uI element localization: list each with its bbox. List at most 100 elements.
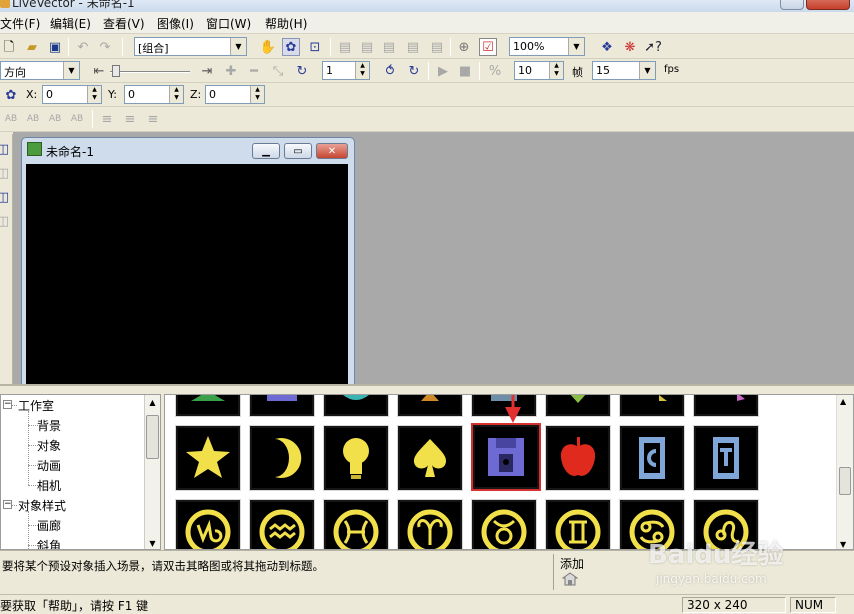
scroll-thumb[interactable]	[146, 415, 159, 459]
text-leading-icon[interactable]: AB	[46, 110, 64, 128]
view-tool-icon-1[interactable]: ◫	[0, 140, 12, 158]
undo-icon[interactable]: ↶	[74, 38, 92, 56]
menu-image[interactable]: 图像(I)	[157, 15, 194, 32]
render-icon[interactable]: ❖	[598, 38, 616, 56]
tree-item-gallery[interactable]: 画廊	[37, 517, 61, 534]
scene-canvas[interactable]	[26, 164, 348, 386]
tree-item-camera[interactable]: 相机	[37, 477, 61, 494]
printer-icon-3[interactable]: ▤	[380, 38, 398, 56]
aries-icon[interactable]	[397, 499, 463, 549]
loop-icon[interactable]: ↻	[293, 62, 311, 80]
redo-icon[interactable]: ↷	[96, 38, 114, 56]
gallery-tile[interactable]	[619, 395, 685, 417]
rotate-tool-icon[interactable]: ✿	[282, 38, 300, 56]
tree-object-style[interactable]: 对象样式	[18, 497, 66, 514]
frame-input[interactable]: 10 ▲ ▼	[514, 61, 564, 80]
chevron-down-icon[interactable]: ▼	[63, 62, 79, 79]
move-tool-icon[interactable]: ✿	[2, 86, 20, 104]
spin-arrows-icon[interactable]: ▲ ▼	[87, 86, 101, 103]
printer-icon-1[interactable]: ▤	[336, 38, 354, 56]
hand-tool-icon[interactable]: ✋	[259, 38, 277, 56]
scroll-down-icon[interactable]: ▼	[145, 536, 160, 549]
expand-icon[interactable]: ⤡	[269, 62, 287, 80]
add-button[interactable]: 添加	[553, 554, 613, 590]
x-input[interactable]: 0 ▲ ▼	[42, 85, 102, 104]
spin-arrows-icon[interactable]: ▲ ▼	[169, 86, 183, 103]
lightbulb-icon[interactable]	[323, 425, 389, 491]
direction-select[interactable]: 方向 ▼	[0, 61, 80, 80]
scroll-up-icon[interactable]: ▲	[840, 397, 846, 406]
palette-icon[interactable]: ❋	[621, 38, 639, 56]
open-folder-icon[interactable]: ▰	[23, 38, 41, 56]
gallery-tile[interactable]	[323, 395, 389, 417]
percent-icon[interactable]: %	[486, 62, 504, 80]
tree-studio[interactable]: 工作室	[18, 397, 54, 414]
capricorn-icon[interactable]	[175, 499, 241, 549]
chevron-down-icon[interactable]: ▼	[568, 38, 584, 55]
tree-scrollbar[interactable]: ▲ ▼	[144, 395, 160, 549]
view-tool-icon-4[interactable]: ◫	[0, 212, 12, 230]
save-icon[interactable]: ▣	[46, 38, 64, 56]
doc-restore-button[interactable]: ▭	[284, 143, 312, 159]
y-input[interactable]: 0 ▲ ▼	[124, 85, 184, 104]
scroll-down-icon[interactable]: ▼	[840, 540, 846, 549]
printer-icon-5[interactable]: ▤	[428, 38, 446, 56]
add-key-icon[interactable]: ✚	[222, 62, 240, 80]
gemini-icon[interactable]	[545, 499, 611, 549]
tree-item-animation[interactable]: 动画	[37, 457, 61, 474]
align-right-icon[interactable]: ≡	[144, 110, 162, 128]
scroll-thumb[interactable]	[839, 467, 851, 495]
gallery-tile[interactable]	[175, 395, 241, 417]
collapse-icon[interactable]: −	[3, 500, 12, 509]
taurus-icon[interactable]	[471, 499, 537, 549]
spade-icon[interactable]	[397, 425, 463, 491]
gallery-tile[interactable]	[397, 395, 463, 417]
menu-view[interactable]: 查看(V)	[103, 15, 145, 32]
spin-arrows-icon[interactable]: ▲ ▼	[355, 62, 369, 79]
collapse-icon[interactable]: −	[3, 400, 12, 409]
remove-key-icon[interactable]: ━	[245, 62, 263, 80]
tree-item-background[interactable]: 背景	[37, 417, 61, 434]
check-icon[interactable]: ☑	[479, 38, 497, 56]
group-select[interactable]: [组合] ▼	[134, 37, 247, 56]
gallery-tile[interactable]	[693, 395, 759, 417]
gallery-tile[interactable]	[545, 395, 611, 417]
view-tool-icon-2[interactable]: ◫	[0, 164, 12, 182]
aquarius-icon[interactable]	[249, 499, 315, 549]
tree-item-object[interactable]: 对象	[37, 437, 61, 454]
printer-icon-4[interactable]: ▤	[404, 38, 422, 56]
scroll-up-icon[interactable]: ▲	[145, 395, 160, 410]
new-file-icon[interactable]: 🗋	[0, 38, 18, 56]
globe-icon[interactable]: ⊕	[455, 38, 473, 56]
step-input[interactable]: 1 ▲ ▼	[322, 61, 370, 80]
restore-button[interactable]	[780, 0, 804, 10]
z-input[interactable]: 0 ▲ ▼	[205, 85, 265, 104]
menu-file[interactable]: 文件(F)	[0, 15, 40, 32]
align-center-icon[interactable]: ≡	[121, 110, 139, 128]
close-button[interactable]	[806, 0, 850, 10]
forward-icon[interactable]: ⇥	[198, 62, 216, 80]
view-tool-icon-3[interactable]: ◫	[0, 188, 12, 206]
menu-edit[interactable]: 编辑(E)	[50, 15, 91, 32]
play-icon[interactable]: ▶	[434, 62, 452, 80]
zoom-select[interactable]: 100% ▼	[509, 37, 585, 56]
printer-icon-2[interactable]: ▤	[358, 38, 376, 56]
refresh-icon[interactable]: ↻	[405, 62, 423, 80]
menu-help[interactable]: 帮助(H)	[265, 15, 307, 32]
menu-window[interactable]: 窗口(W)	[206, 15, 251, 32]
stop-icon[interactable]: ■	[456, 62, 474, 80]
scale-tool-icon[interactable]: ⊡	[306, 38, 324, 56]
text-kerning-icon[interactable]: AB	[24, 110, 42, 128]
doc-minimize-button[interactable]: ▁	[252, 143, 280, 159]
fps-select[interactable]: 15 ▼	[592, 61, 656, 80]
chevron-down-icon[interactable]: ▼	[639, 62, 655, 79]
spin-arrows-icon[interactable]: ▲ ▼	[549, 62, 563, 79]
doc-close-button[interactable]: ✕	[316, 143, 348, 159]
floppy-disk-icon[interactable]	[471, 423, 541, 491]
apple-icon[interactable]	[545, 425, 611, 491]
blue-frame-c-icon[interactable]	[619, 425, 685, 491]
rewind-icon[interactable]: ⇤	[90, 62, 108, 80]
text-spacing-icon[interactable]: AB	[2, 110, 20, 128]
moon-icon[interactable]	[249, 425, 315, 491]
star-icon[interactable]	[175, 425, 241, 491]
